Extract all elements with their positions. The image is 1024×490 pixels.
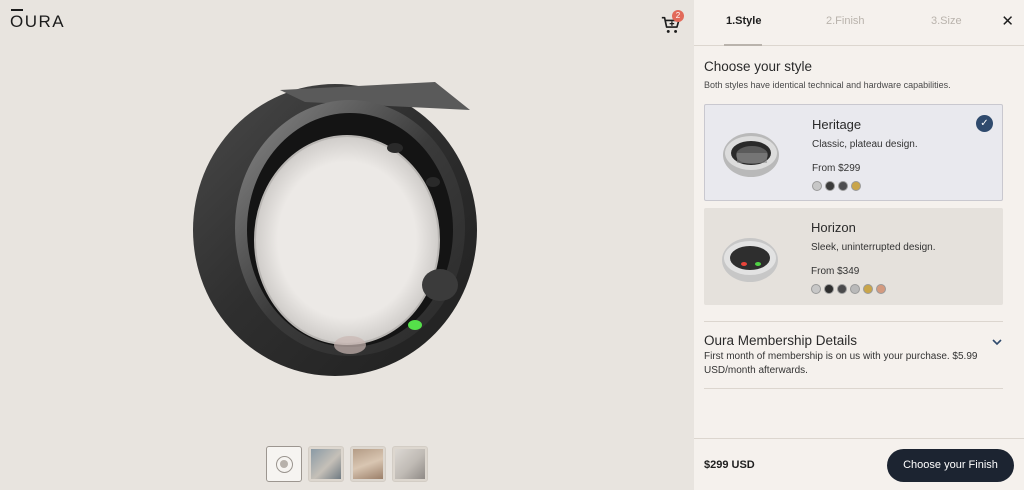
swatch-stealth [837,284,847,294]
section-title: Choose your style [704,59,813,74]
close-icon[interactable]: ✕ [1001,14,1014,30]
configurator-panel: 1.Style 2.Finish 3.Size ✕ Choose your st… [694,0,1024,490]
oura-logo[interactable]: OURA [10,9,66,32]
finish-swatches [811,284,886,294]
thumbnail-image-1[interactable] [308,446,344,482]
tab-style[interactable]: 1.Style [726,15,761,27]
swatch-black [824,284,834,294]
thumbnail-photo [311,449,341,479]
thumbnail-image-3[interactable] [392,446,428,482]
divider [704,388,1003,389]
logo-macron [11,9,23,11]
thumbnail-photo [395,449,425,479]
style-name: Heritage [812,117,862,132]
selected-check-icon: ✓ [976,115,993,132]
ring-product-image [193,82,477,376]
style-price: From $299 [812,163,861,174]
checkout-footer: $299 USD Choose your Finish [694,438,1024,490]
heritage-ring-thumbnail [723,133,779,177]
swatch-brushed-titanium [850,284,860,294]
thumbnail-photo [353,449,383,479]
choose-finish-button[interactable]: Choose your Finish [887,449,1014,482]
step-tabs: 1.Style 2.Finish 3.Size ✕ [694,0,1024,46]
style-option-horizon[interactable]: Horizon Sleek, uninterrupted design. Fro… [704,208,1003,305]
product-stage: OURA 2 [0,0,694,490]
finish-swatches [812,181,861,191]
membership-title[interactable]: Oura Membership Details [704,333,857,348]
style-description: Classic, plateau design. [812,139,918,150]
swatch-gold [851,181,861,191]
thumbnail-3d-view[interactable] [266,446,302,482]
active-tab-indicator [724,44,762,46]
style-option-heritage[interactable]: Heritage Classic, plateau design. From $… [704,104,1003,201]
logo-text: OURA [10,12,66,31]
style-name: Horizon [811,220,856,235]
tab-size[interactable]: 3.Size [931,15,962,27]
style-description: Sleek, uninterrupted design. [811,242,936,253]
section-subtitle: Both styles have identical technical and… [704,80,951,90]
swatch-rose [876,284,886,294]
thumbnail-image-2[interactable] [350,446,386,482]
product-thumbnails [266,446,428,482]
swatch-gold [863,284,873,294]
cart-count-badge: 2 [672,10,684,22]
rotate-3d-icon [276,456,293,473]
chevron-down-icon[interactable] [992,337,1002,347]
style-price: From $349 [811,266,860,277]
swatch-silver [811,284,821,294]
divider [704,321,1003,322]
horizon-ring-thumbnail [722,238,778,282]
tab-finish[interactable]: 2.Finish [826,15,865,27]
swatch-black [825,181,835,191]
total-price: $299 USD [704,459,755,471]
membership-text: First month of membership is on us with … [704,351,978,376]
swatch-stealth [838,181,848,191]
swatch-silver [812,181,822,191]
